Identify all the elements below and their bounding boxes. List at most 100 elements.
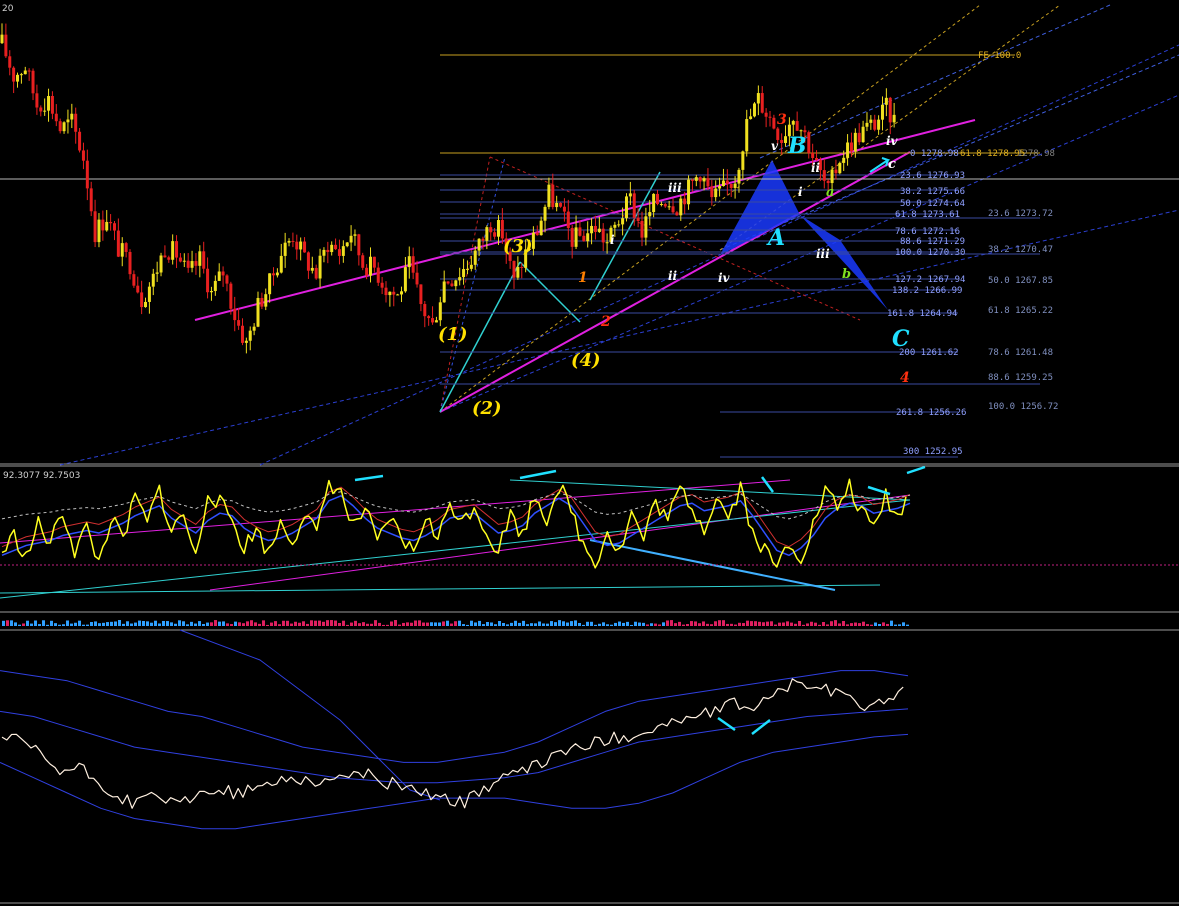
histogram-bar (302, 621, 305, 626)
histogram-bar (514, 620, 517, 626)
histogram-bar (626, 621, 629, 626)
candle-body (485, 227, 489, 241)
histogram-bar (718, 620, 721, 626)
histogram-bar (866, 624, 869, 626)
fib-label: 0 1278.98 (910, 149, 959, 159)
histogram-bar (814, 622, 817, 626)
candle-body (89, 188, 93, 212)
histogram-bar (370, 623, 373, 626)
histogram-bar (782, 622, 785, 626)
histogram-bar (70, 623, 73, 626)
candle-body (888, 97, 892, 123)
histogram-bar (870, 624, 873, 626)
histogram-bar (146, 621, 149, 626)
histogram-bar (662, 622, 665, 626)
histogram-bar (890, 620, 893, 626)
candle-body (144, 301, 148, 308)
candle-body (706, 178, 710, 187)
histogram-bar (878, 624, 881, 626)
candle-body (873, 119, 877, 130)
histogram-bar (210, 622, 213, 626)
histogram-bar (102, 622, 105, 626)
candle-body (97, 219, 101, 243)
bands-panel (0, 629, 909, 830)
candle-body (601, 228, 605, 243)
candle-body (124, 243, 128, 252)
candle-body (617, 224, 621, 226)
histogram-bar (174, 623, 177, 626)
histogram-bar (322, 621, 325, 626)
candle-body (19, 74, 23, 76)
candle-body (12, 67, 16, 82)
candle-body (372, 256, 376, 268)
histogram-bar (382, 624, 385, 626)
histogram-bar (542, 623, 545, 626)
histogram-bar (118, 620, 121, 626)
histogram-bar (74, 622, 77, 626)
candle-body (462, 269, 466, 278)
histogram-bar (94, 621, 97, 626)
histogram-bar (86, 624, 89, 626)
candle-body (547, 184, 551, 207)
candle-body (384, 287, 388, 296)
histogram-bar (554, 622, 557, 626)
candle-body (310, 267, 314, 271)
histogram-bar (862, 621, 865, 626)
histogram-bar (166, 621, 169, 626)
histogram-bar (354, 620, 357, 626)
histogram-strip (2, 620, 909, 626)
candle-body (39, 107, 43, 112)
candle-body (334, 244, 338, 250)
histogram-bar (530, 623, 533, 626)
candle-body (493, 232, 497, 237)
histogram-bar (402, 622, 405, 626)
candle-body (229, 283, 233, 309)
wave-label-intermediate: 2 (600, 314, 611, 330)
candle-body (198, 251, 202, 266)
histogram-bar (894, 624, 897, 626)
histogram-bar (586, 621, 589, 626)
candle-body (209, 291, 213, 293)
candle-body (846, 142, 850, 158)
histogram-bar (98, 623, 101, 626)
candle-body (458, 277, 462, 281)
histogram-bar (2, 620, 5, 626)
histogram-bar (794, 623, 797, 626)
histogram-bar (830, 621, 833, 626)
histogram-bar (838, 623, 841, 626)
histogram-bar (226, 623, 229, 626)
candle-body (322, 249, 326, 256)
candle-body (411, 256, 415, 273)
histogram-bar (842, 621, 845, 626)
histogram-bar (694, 621, 697, 626)
candle-body (702, 178, 706, 182)
bands-arrow (717, 716, 736, 732)
histogram-bar (306, 623, 309, 626)
candle-body (675, 212, 679, 216)
histogram-bar (734, 624, 737, 626)
oscillator-arrow (354, 474, 384, 482)
histogram-bar (138, 620, 141, 626)
candle-body (400, 291, 404, 295)
candle-body (151, 273, 155, 287)
candle-body (574, 227, 578, 247)
wave-label-minor: iii (668, 181, 682, 195)
wave-label-primary: (2) (472, 398, 502, 419)
histogram-bar (318, 620, 321, 626)
histogram-bar (266, 624, 269, 626)
candle-body (795, 121, 799, 131)
candle-body (516, 266, 520, 278)
candle-body (78, 131, 82, 151)
histogram-bar (526, 624, 529, 626)
histogram-bar (482, 624, 485, 626)
channel-line (759, 4, 1111, 159)
candle-body (849, 142, 853, 152)
candle-body (147, 286, 151, 302)
histogram-bar (670, 620, 673, 626)
histogram-bar (418, 620, 421, 626)
candle-body (81, 150, 85, 161)
wave-label-abc: B (787, 133, 807, 159)
oscillator-arrow (760, 476, 775, 493)
candle-body (349, 235, 353, 243)
candle-body (671, 206, 675, 213)
